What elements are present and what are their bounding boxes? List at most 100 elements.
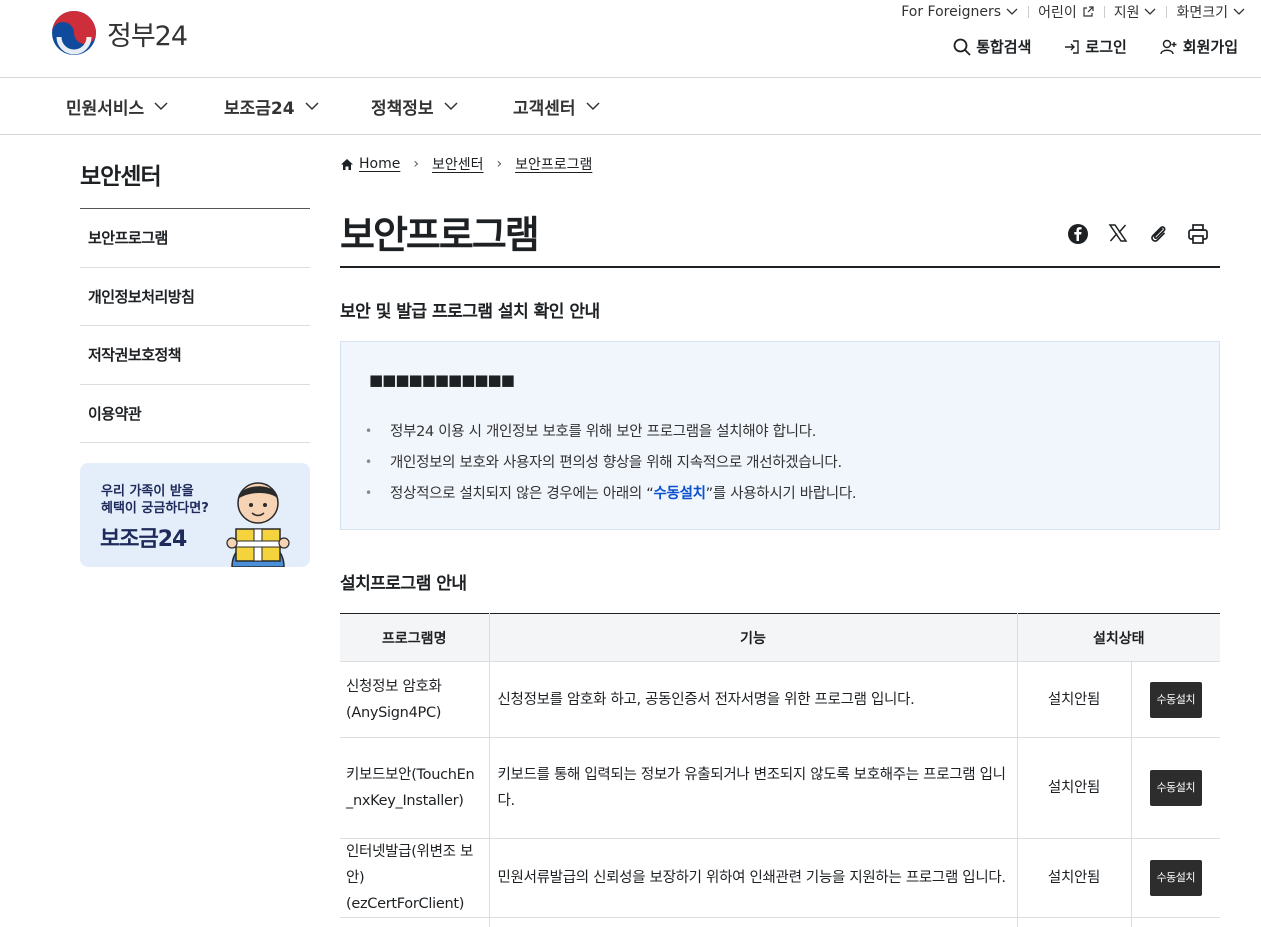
program-function-cell [488,917,1017,927]
chevron-right-icon: › [496,156,503,172]
search-icon [953,38,971,56]
gnb-item-policy-info[interactable]: 정책정보 [371,94,458,119]
manual-install-cell [1130,917,1220,927]
chevron-down-icon [154,102,168,111]
link-icon[interactable] [1147,223,1169,245]
program-function-cell: 키보드를 통해 입력되는 정보가 유출되거나 변조되지 않도록 보호해주는 프로… [488,737,1017,839]
chevron-down-icon [1233,8,1245,15]
kids-link[interactable]: 어린이 [1028,2,1104,22]
banner-title: 보조금24 [100,527,187,552]
table-header-row: 프로그램명 기능 설치상태 [340,613,1220,662]
install-status-cell: 설치안됨 [1016,661,1131,738]
manual-install-button[interactable]: 수동설치 [1149,681,1202,718]
program-name-cell: 신청정보 암호화(AnySign4PC) [340,661,489,738]
login-label: 로그인 [1085,38,1127,56]
chevron-down-icon [1006,8,1018,15]
bullet-dot: • [365,485,372,500]
site-logo[interactable]: 정부24 [51,10,188,56]
list-item: • 정상적으로 설치되지 않은 경우에는 아래의 “수동설치”를 사용하시기 바랍… [365,477,857,508]
facebook-icon[interactable] [1067,223,1089,245]
page-title: 보안프로그램 [340,213,540,257]
for-foreigners-label: For Foreigners [901,4,1002,20]
manual-install-cell: 수동설치 [1130,661,1220,738]
masked-text: ■■■■■■■■■■■ [369,371,515,389]
column-header-function: 기능 [488,613,1017,662]
manual-install-button[interactable]: 수동설치 [1149,770,1202,806]
program-table: 프로그램명 기능 설치상태 신청정보 암호화(AnySign4PC) 신청정보를… [340,613,1220,927]
support-menu[interactable]: 지원 [1103,2,1167,22]
login-button[interactable]: 로그인 [1064,36,1127,57]
gnb-label: 민원서비스 [66,99,145,119]
install-status-cell: 설치안됨 [1016,838,1131,918]
font-size-menu[interactable]: 화면크기 [1166,2,1245,22]
font-size-label: 화면크기 [1176,5,1228,21]
signup-button[interactable]: 회원가입 [1160,36,1238,57]
gnb-item-civil-service[interactable]: 민원서비스 [66,94,168,119]
chevron-down-icon [305,102,319,111]
sidebar-item-terms[interactable]: 이용약관 [80,385,310,443]
chevron-down-icon [586,102,600,111]
list-item: • 정부24 이용 시 개인정보 보호를 위해 보안 프로그램을 설치해야 합니다… [365,415,856,446]
sidebar-item-security-program[interactable]: 보안프로그램 [80,209,310,268]
bullet-text-before: 정상적으로 설치되지 않은 경우에는 아래의 “ [390,486,654,502]
subsidy24-banner[interactable]: 우리 가족이 받을 혜택이 궁금하다면? 보조금24 [80,463,310,567]
table-row [340,917,1220,927]
section-title-install-check: 보안 및 발급 프로그램 설치 확인 안내 [340,302,600,322]
taegeuk-logo-icon [52,11,96,55]
gnb-label: 고객센터 [513,99,576,119]
program-name-cell: 키보드보안(TouchEn_nxKey_Installer) [340,737,489,839]
site-header: 정부24 For Foreigners 어린이 지원 화면크기 통합검색 로그인 [0,0,1261,78]
program-name-cell [340,917,489,927]
program-function-cell: 민원서류발급의 신뢰성을 보장하기 위하여 인쇄관련 기능을 지원하는 프로그램… [488,838,1017,918]
sidebar-menu: 보안프로그램 개인정보처리방침 저작권보호정책 이용약관 [80,208,310,443]
column-header-program-name: 프로그램명 [340,613,489,662]
external-link-icon [1083,6,1094,17]
gnb-label: 정책정보 [371,99,434,119]
manual-install-button[interactable]: 수동설치 [1149,860,1202,896]
chevron-down-icon [1145,8,1156,15]
bullet-dot: • [365,454,372,469]
bullet-text-after: ”를 사용하시기 바랍니다. [705,486,857,502]
list-item: • 개인정보의 보호와 사용자의 편의성 향상을 위해 지속적으로 개선하겠습니다… [365,446,856,477]
kids-label: 어린이 [1038,5,1077,21]
support-label: 지원 [1113,5,1140,21]
breadcrumb: Home › 보안센터 › 보안프로그램 [340,154,592,174]
bullet-dot: • [365,423,372,438]
character-with-gift-icon [226,482,290,567]
info-bullet-list: • 정부24 이용 시 개인정보 보호를 위해 보안 프로그램을 설치해야 합니다… [365,415,857,508]
program-name-cell: 인터넷발급(위변조 보안)(ezCertForClient) [340,838,489,918]
column-header-status: 설치상태 [1016,613,1220,662]
login-icon [1065,39,1080,54]
banner-line1: 우리 가족이 받을 [101,484,194,499]
bullet-text: 정상적으로 설치되지 않은 경우에는 아래의 “수동설치”를 사용하시기 바랍니… [390,482,857,503]
gnb-item-customer-center[interactable]: 고객센터 [513,94,600,119]
search-button[interactable]: 통합검색 [953,36,1031,57]
sidebar-item-privacy-policy[interactable]: 개인정보처리방침 [80,268,310,326]
table-row: 키보드보안(TouchEn_nxKey_Installer) 키보드를 통해 입… [340,737,1220,839]
signup-label: 회원가입 [1182,38,1238,56]
bullet-text: 정부24 이용 시 개인정보 보호를 위해 보안 프로그램을 설치해야 합니다. [390,424,817,440]
signup-icon [1160,39,1177,54]
header-actions: 통합검색 로그인 회원가입 [953,36,1238,57]
manual-install-highlight: 수동설치 [653,486,706,502]
for-foreigners-menu[interactable]: For Foreigners [891,4,1028,20]
gnb-label: 보조금24 [224,99,295,119]
manual-install-cell: 수동설치 [1130,737,1220,839]
utility-menu: For Foreigners 어린이 지원 화면크기 [891,2,1245,22]
main-navigation: 민원서비스 보조금24 정책정보 고객센터 [0,78,1261,135]
chevron-right-icon: › [413,156,419,172]
x-icon[interactable] [1108,223,1128,243]
breadcrumb-home[interactable]: Home [359,156,400,172]
sidebar-item-copyright-policy[interactable]: 저작권보호정책 [80,326,310,385]
home-icon [341,158,353,170]
gnb-item-subsidy24[interactable]: 보조금24 [224,94,319,119]
install-status-cell: 설치안됨 [1016,737,1131,839]
info-box: ■■■■■■■■■■■ • 정부24 이용 시 개인정보 보호를 위해 보안 프로… [340,341,1220,530]
bullet-text: 개인정보의 보호와 사용자의 편의성 향상을 위해 지속적으로 개선하겠습니다. [390,455,842,471]
breadcrumb-security-program[interactable]: 보안프로그램 [515,154,592,174]
breadcrumb-security-center[interactable]: 보안센터 [432,154,484,174]
print-icon[interactable] [1187,223,1209,245]
manual-install-cell: 수동설치 [1130,838,1220,918]
table-row: 신청정보 암호화(AnySign4PC) 신청정보를 암호화 하고, 공동인증서… [340,661,1220,738]
logo-text: 정부24 [107,20,188,52]
